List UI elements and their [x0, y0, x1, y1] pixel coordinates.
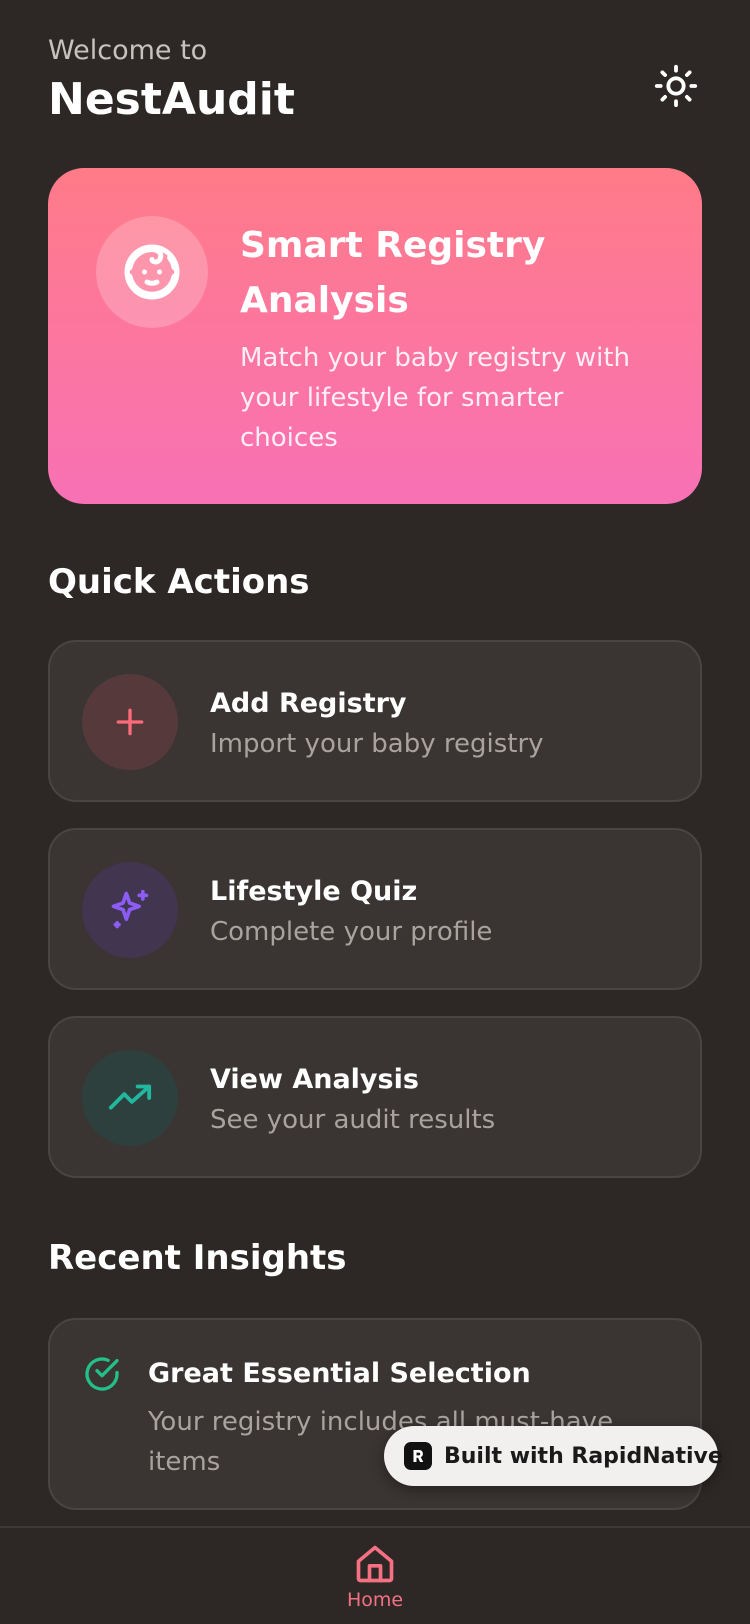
sparkles-icon: [111, 889, 149, 929]
add-registry-subtitle: Import your baby registry: [210, 729, 544, 759]
lifestyle-quiz-title: Lifestyle Quiz: [210, 876, 418, 907]
built-with-badge[interactable]: Built with RapidNative: [384, 1426, 723, 1486]
app-screen: Welcome to NestAudit Smart Registry Anal…: [0, 0, 750, 1624]
tab-home-label: Home: [346, 1589, 404, 1611]
welcome-text: Welcome to: [48, 35, 208, 66]
quick-actions-title: Quick Actions: [48, 562, 310, 602]
lifestyle-quiz-card[interactable]: Lifestyle Quiz Complete your profile: [48, 828, 702, 990]
add-registry-card[interactable]: Add Registry Import your baby registry: [48, 640, 702, 802]
app-title: NestAudit: [48, 74, 295, 125]
check-circle-icon: [85, 1357, 119, 1391]
hero-icon-circle: [96, 216, 208, 328]
baby-face-icon: [124, 244, 180, 300]
view-analysis-card[interactable]: View Analysis See your audit results: [48, 1016, 702, 1178]
view-analysis-subtitle: See your audit results: [210, 1105, 496, 1135]
add-registry-title: Add Registry: [210, 688, 407, 719]
hero-subtitle: Match your baby registry with your lifes…: [240, 343, 630, 453]
header: Welcome to NestAudit: [48, 34, 702, 134]
rapidnative-logo-icon: [404, 1442, 432, 1470]
add-registry-icon-circle: [82, 674, 178, 770]
hero-title: Smart Registry Analysis: [240, 225, 546, 321]
tab-home[interactable]: Home: [325, 1542, 425, 1624]
view-analysis-icon-circle: [82, 1050, 178, 1146]
theme-toggle-button[interactable]: [650, 60, 702, 112]
home-icon: [356, 1545, 394, 1583]
badge-label: Built with RapidNative: [444, 1443, 723, 1469]
recent-insights-title: Recent Insights: [48, 1238, 347, 1278]
trending-up-icon: [108, 1084, 152, 1110]
plus-icon: [116, 708, 144, 736]
lifestyle-quiz-icon-circle: [82, 862, 178, 958]
hero-card[interactable]: Smart Registry Analysis Match your baby …: [48, 168, 702, 504]
lifestyle-quiz-subtitle: Complete your profile: [210, 917, 493, 947]
insight-title: Great Essential Selection: [148, 1358, 531, 1389]
bottom-tab-bar: Home: [0, 1526, 750, 1624]
view-analysis-title: View Analysis: [210, 1064, 419, 1095]
sun-icon: [654, 64, 698, 108]
